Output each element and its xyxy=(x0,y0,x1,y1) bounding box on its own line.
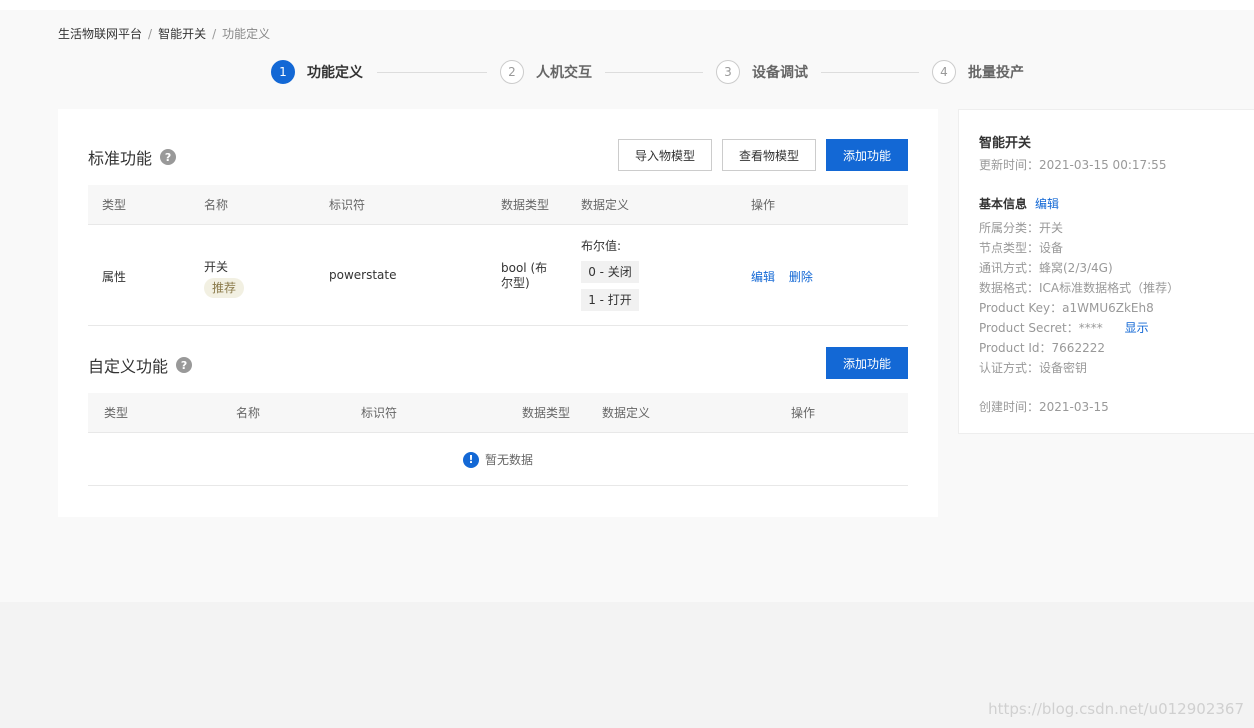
column-header-data-type: 数据类型 xyxy=(522,406,571,420)
row-data-definition: 布尔值: 0 - 关闭 1 - 打开 xyxy=(581,237,701,317)
import-model-button[interactable]: 导入物模型 xyxy=(618,139,712,171)
step-connector xyxy=(821,72,919,73)
info-product-key: Product Key：a1WMU6ZkEh8 xyxy=(979,301,1154,315)
row-type: 属性 xyxy=(102,270,127,284)
breadcrumb-current: 功能定义 xyxy=(222,27,271,41)
row-name-cell: 开关 推荐 xyxy=(204,258,245,298)
question-circle-icon[interactable]: ? xyxy=(160,149,177,165)
column-header-data-definition: 数据定义 xyxy=(602,406,651,420)
column-header-actions: 操作 xyxy=(751,198,776,212)
product-info-panel: 智能开关 更新时间：2021-03-15 00:17:55 基本信息 编辑 所属分… xyxy=(958,109,1254,434)
question-circle-icon[interactable]: ? xyxy=(176,357,193,373)
info-auth-method: 认证方式：设备密钥 xyxy=(979,361,1088,375)
row-data-type: bool (布 尔型) xyxy=(501,261,547,291)
column-header-identifier: 标识符 xyxy=(361,406,398,420)
info-product-secret: Product Secret：**** xyxy=(979,321,1103,335)
custom-table-header: 类型 名称 标识符 数据类型 数据定义 操作 xyxy=(88,393,908,433)
column-header-name: 名称 xyxy=(204,198,229,212)
standard-table-header: 类型 名称 标识符 数据类型 数据定义 操作 xyxy=(88,185,908,225)
column-header-data-type: 数据类型 xyxy=(501,198,550,212)
row-identifier: powerstate xyxy=(329,268,397,282)
step-mass-production[interactable]: 4 批量投产 xyxy=(932,60,1024,84)
column-header-actions: 操作 xyxy=(791,406,816,420)
updated-time: 更新时间：2021-03-15 00:17:55 xyxy=(979,158,1167,172)
table-row: 属性 开关 推荐 powerstate bool (布 尔型) 布尔值: 0 -… xyxy=(88,225,908,326)
standard-functions-title: 标准功能 ? xyxy=(88,145,177,169)
row-actions: 编辑 删除 xyxy=(751,268,813,285)
info-created-time: 创建时间：2021-03-15 xyxy=(979,400,1109,414)
step-label: 批量投产 xyxy=(968,65,1024,81)
section-title-text: 自定义功能 xyxy=(88,357,169,376)
info-data-format: 数据格式：ICA标准数据格式（推荐） xyxy=(979,281,1180,295)
breadcrumb-separator: / xyxy=(148,27,153,41)
info-category: 所属分类：开关 xyxy=(979,221,1064,235)
step-label: 人机交互 xyxy=(536,65,592,81)
column-header-name: 名称 xyxy=(236,406,261,420)
breadcrumb-separator: / xyxy=(212,27,217,41)
step-function-definition[interactable]: 1 功能定义 xyxy=(271,60,363,84)
breadcrumb: 生活物联网平台 / 智能开关 / 功能定义 xyxy=(58,25,270,42)
step-device-debugging[interactable]: 3 设备调试 xyxy=(716,60,808,84)
step-number: 4 xyxy=(932,60,956,84)
progress-steps: 1 功能定义 2 人机交互 3 设备调试 4 批量投产 xyxy=(271,60,1031,84)
definition-value: 0 - 关闭 xyxy=(581,261,639,283)
info-node-type: 节点类型：设备 xyxy=(979,241,1064,255)
step-connector xyxy=(605,72,703,73)
breadcrumb-platform[interactable]: 生活物联网平台 xyxy=(58,27,142,41)
definition-value: 1 - 打开 xyxy=(581,289,639,311)
column-header-type: 类型 xyxy=(102,198,127,212)
step-number: 3 xyxy=(716,60,740,84)
top-bar xyxy=(0,0,1254,10)
basic-info-edit-link[interactable]: 编辑 xyxy=(1035,197,1059,211)
row-name: 开关 xyxy=(204,260,229,274)
info-product-id: Product Id：7662222 xyxy=(979,341,1105,355)
recommended-badge: 推荐 xyxy=(204,278,245,298)
step-label: 设备调试 xyxy=(752,65,808,81)
empty-text: 暂无数据 xyxy=(484,453,533,467)
custom-functions-title: 自定义功能 ? xyxy=(88,353,193,377)
basic-info-title: 基本信息 xyxy=(979,197,1028,211)
basic-info-heading: 基本信息 编辑 xyxy=(979,195,1059,212)
step-number: 1 xyxy=(271,60,295,84)
product-title: 智能开关 xyxy=(979,136,1032,151)
column-header-data-definition: 数据定义 xyxy=(581,198,630,212)
section-title-text: 标准功能 xyxy=(88,149,153,168)
info-circle-icon: ! xyxy=(462,451,479,468)
show-secret-link[interactable]: 显示 xyxy=(1125,321,1149,335)
step-number: 2 xyxy=(500,60,524,84)
add-standard-function-button[interactable]: 添加功能 xyxy=(826,139,908,171)
delete-link[interactable]: 删除 xyxy=(789,270,813,284)
info-communication: 通讯方式：蜂窝(2/3/4G) xyxy=(979,261,1113,275)
row-data-type-line: 尔型) xyxy=(501,276,530,290)
step-label: 功能定义 xyxy=(307,65,363,81)
column-header-type: 类型 xyxy=(104,406,129,420)
edit-link[interactable]: 编辑 xyxy=(751,270,775,284)
add-custom-function-button[interactable]: 添加功能 xyxy=(826,347,908,379)
step-human-machine-interaction[interactable]: 2 人机交互 xyxy=(500,60,592,84)
definition-title: 布尔值: xyxy=(581,239,622,253)
column-header-identifier: 标识符 xyxy=(329,198,366,212)
view-model-button[interactable]: 查看物模型 xyxy=(722,139,816,171)
empty-state: ! 暂无数据 xyxy=(88,434,908,486)
row-data-type-line: bool (布 xyxy=(501,261,548,275)
function-definition-panel: 标准功能 ? 导入物模型 查看物模型 添加功能 类型 名称 标识符 数据类型 数… xyxy=(58,109,938,517)
step-connector xyxy=(377,72,487,73)
info-product-secret-row: Product Secret：**** 显示 xyxy=(979,319,1149,336)
breadcrumb-product[interactable]: 智能开关 xyxy=(158,27,206,41)
watermark: https://blog.csdn.net/u012902367 xyxy=(988,700,1244,718)
